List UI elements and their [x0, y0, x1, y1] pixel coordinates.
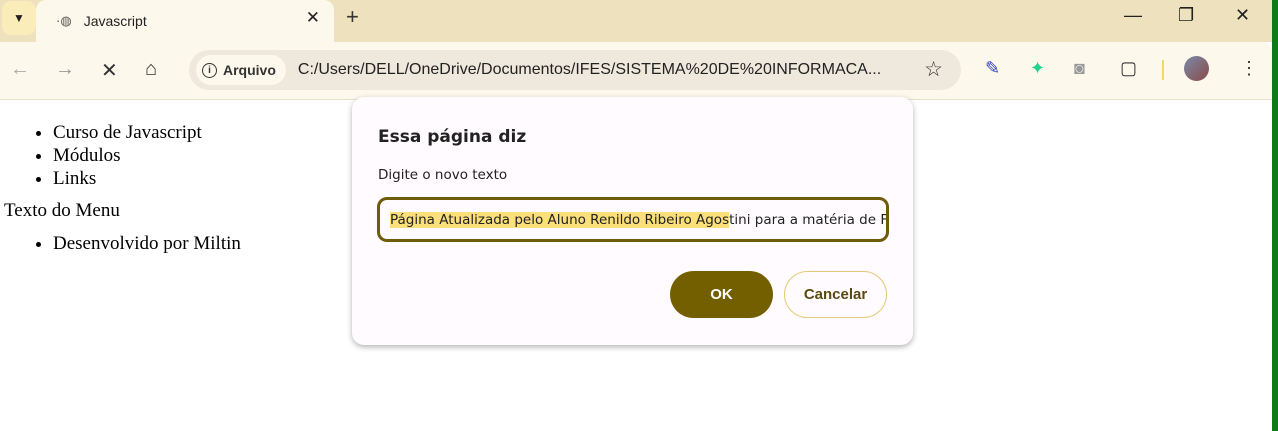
cancel-button[interactable]: Cancelar: [784, 271, 887, 318]
eyedropper-icon[interactable]: ✎: [985, 58, 1000, 79]
chevron-down-icon: ▼: [13, 11, 25, 25]
extension-icon[interactable]: ✦: [1030, 58, 1045, 79]
menu-list: Curso de Javascript Módulos Links: [53, 121, 241, 190]
list-item: Curso de Javascript: [53, 121, 241, 144]
site-info-label: Arquivo: [223, 62, 276, 78]
tab-title: Javascript: [83, 13, 147, 29]
ok-button[interactable]: OK: [670, 271, 773, 318]
site-info-button[interactable]: i Arquivo: [196, 55, 286, 85]
puzzle-icon[interactable]: ▢: [1120, 58, 1137, 79]
window-edge: [1272, 0, 1278, 431]
list-item: Desenvolvido por Miltin: [53, 232, 241, 255]
close-tab-icon[interactable]: ✕: [306, 8, 320, 28]
stop-icon[interactable]: ✕: [101, 58, 118, 83]
selected-text: Página Atualizada pelo Aluno Renildo Rib…: [390, 211, 730, 228]
restore-icon[interactable]: ❐: [1178, 5, 1194, 26]
address-bar[interactable]: i Arquivo C:/Users/DELL/OneDrive/Document…: [189, 50, 961, 90]
divider: [1162, 60, 1164, 80]
tab-strip: ▼ ·◍ Javascript ✕ + — ❐ ✕: [0, 0, 1278, 42]
prompt-dialog: Essa página diz Digite o novo texto Pági…: [352, 97, 913, 345]
star-icon[interactable]: ☆: [924, 57, 943, 82]
minimize-icon[interactable]: —: [1124, 5, 1142, 26]
info-icon: i: [202, 62, 217, 78]
list-item: Links: [53, 167, 241, 190]
forward-icon[interactable]: →: [55, 58, 75, 81]
prompt-input[interactable]: Página Atualizada pelo Aluno Renildo Rib…: [377, 197, 889, 242]
more-icon[interactable]: ⋮: [1240, 58, 1258, 79]
dialog-message: Digite o novo texto: [378, 167, 508, 183]
home-icon[interactable]: ⌂: [145, 58, 157, 81]
list-item: Módulos: [53, 144, 241, 167]
menu-text: Texto do Menu: [4, 200, 120, 221]
globe-icon: ·◍: [56, 13, 72, 28]
dialog-title: Essa página diz: [378, 127, 527, 147]
new-tab-button[interactable]: +: [346, 4, 359, 30]
toolbar: ← → ✕ ⌂ i Arquivo C:/Users/DELL/OneDrive/…: [0, 42, 1272, 100]
input-text: tini para a matéria de F: [729, 211, 889, 228]
footer-list: Desenvolvido por Miltin: [53, 232, 241, 255]
page-content: Curso de Javascript Módulos Links Texto …: [0, 101, 241, 255]
camera-icon[interactable]: ◙: [1074, 58, 1085, 79]
avatar[interactable]: [1184, 56, 1209, 81]
tab-javascript[interactable]: ·◍ Javascript ✕: [36, 0, 334, 42]
close-window-icon[interactable]: ✕: [1235, 5, 1250, 26]
url-text[interactable]: C:/Users/DELL/OneDrive/Documentos/IFES/S…: [298, 61, 881, 79]
tab-search-button[interactable]: ▼: [2, 1, 36, 35]
back-icon[interactable]: ←: [10, 58, 30, 81]
